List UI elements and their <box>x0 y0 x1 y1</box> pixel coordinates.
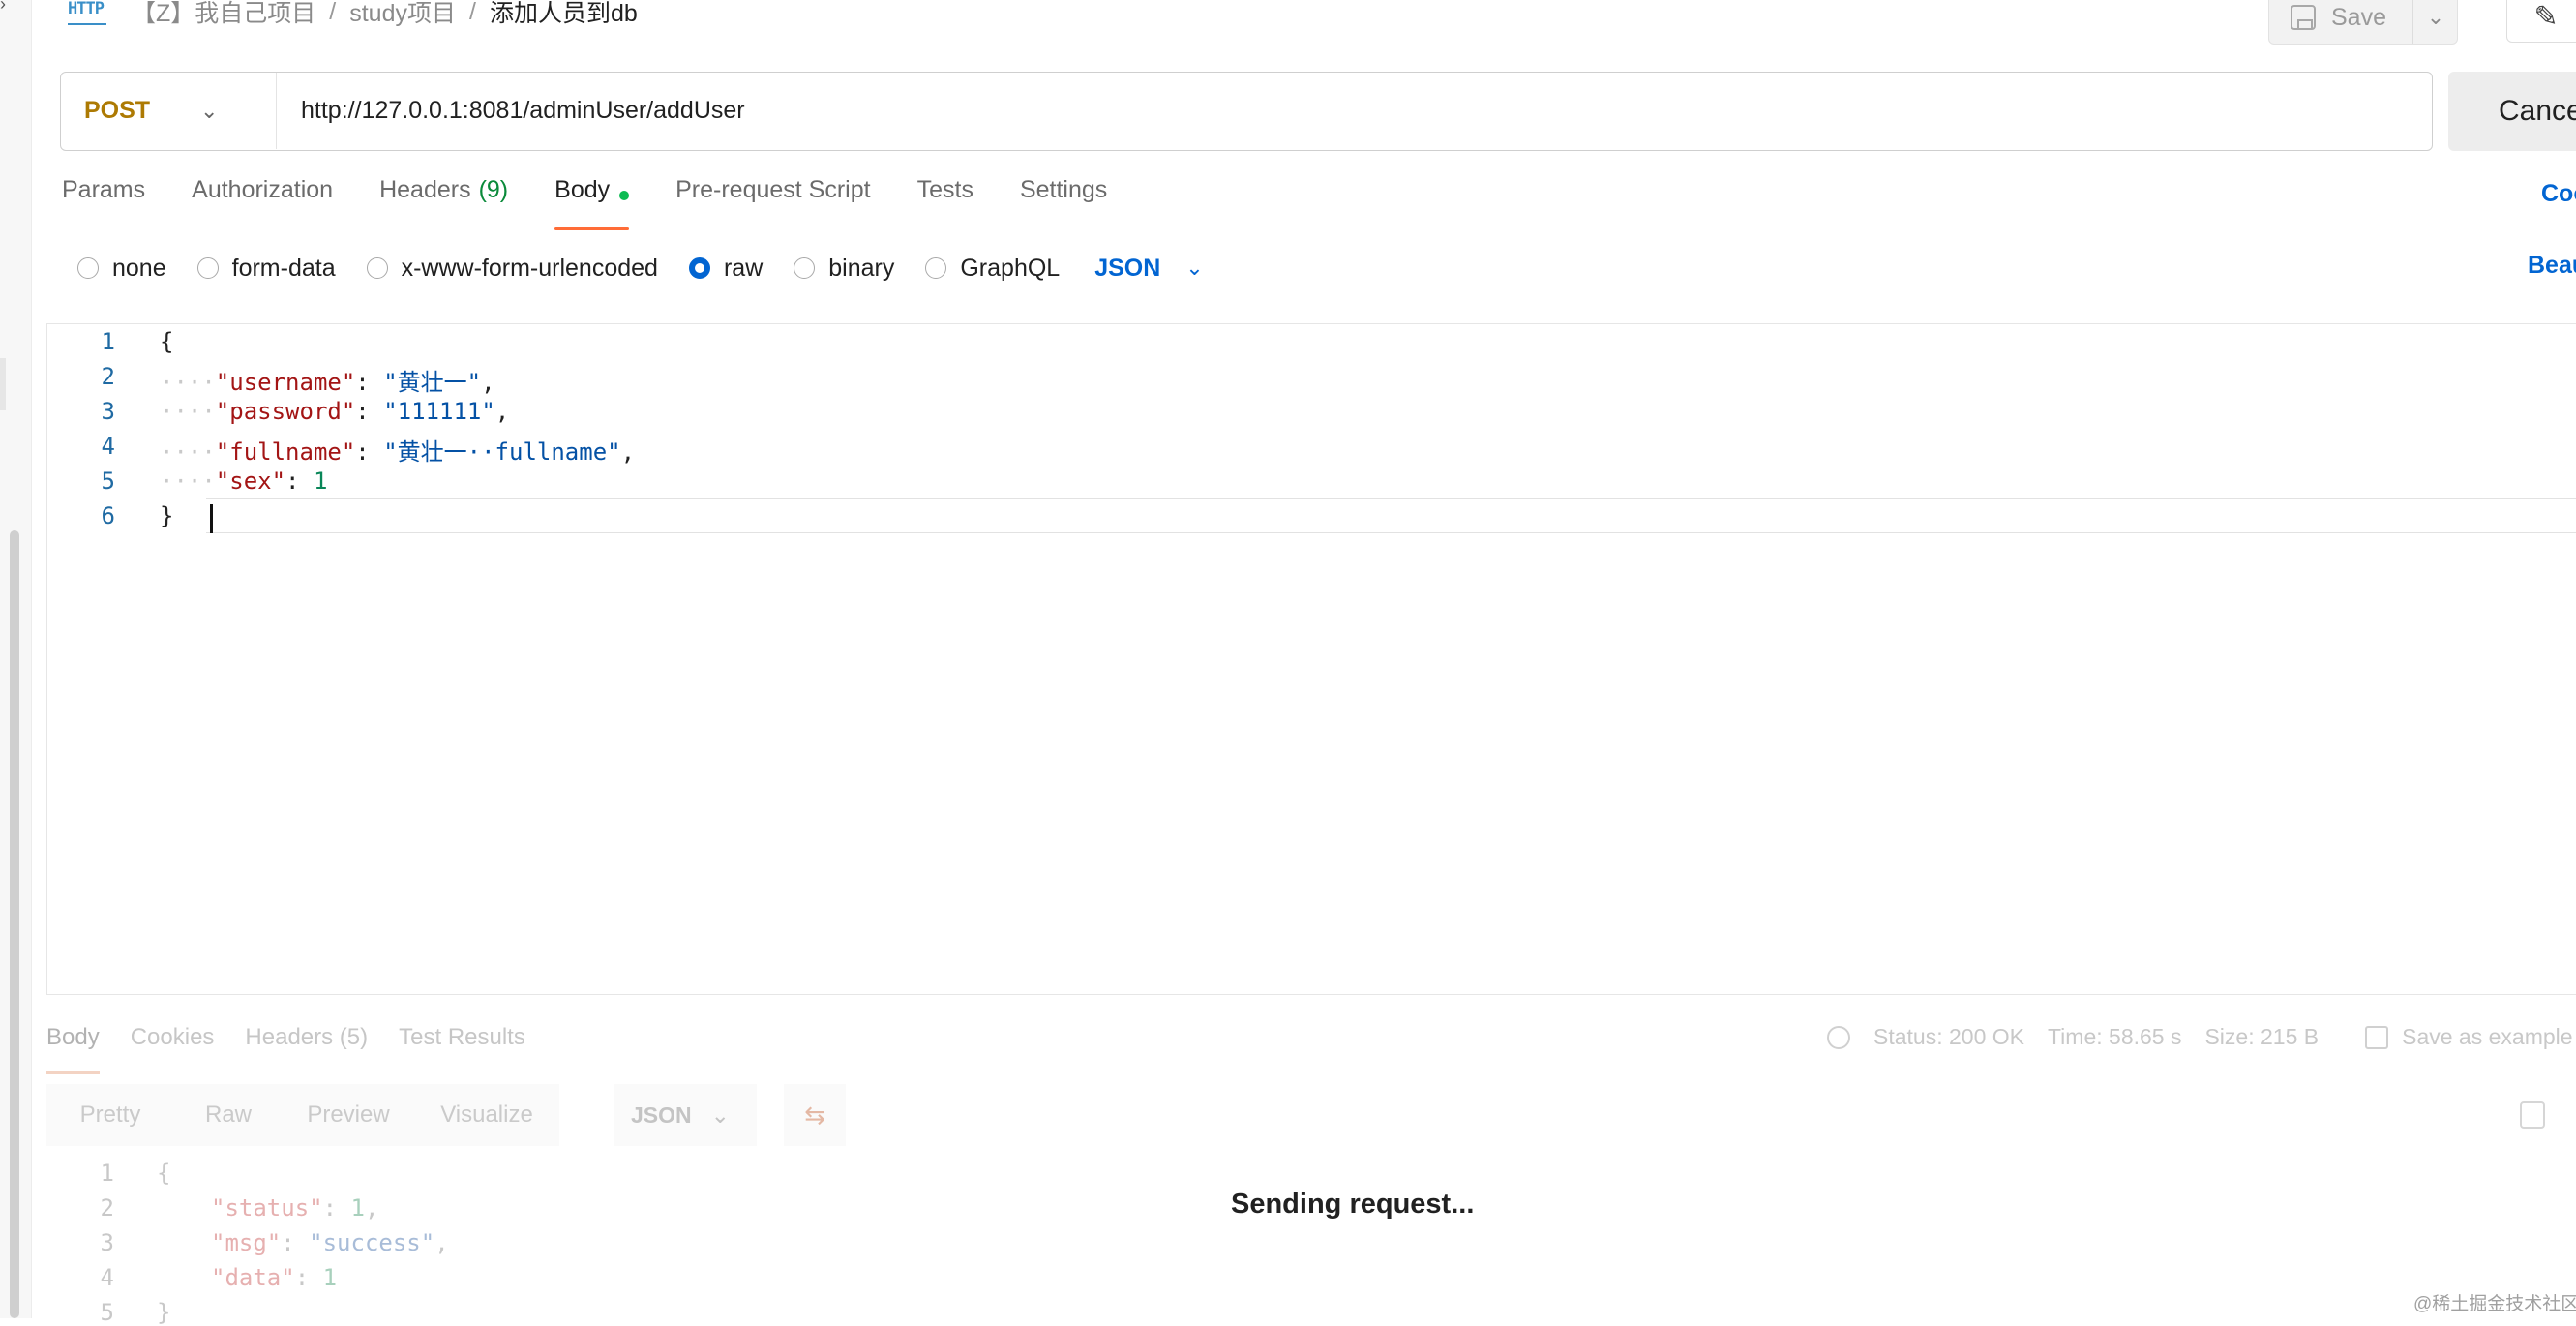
line-number: 5 <box>101 467 115 495</box>
save-as-example-button[interactable]: Save as example <box>2402 1024 2572 1050</box>
radio-none[interactable]: none <box>77 255 166 283</box>
current-line-highlight <box>206 498 2576 533</box>
response-size: Size: 215 B <box>2204 1024 2320 1049</box>
radio-form-data[interactable]: form-data <box>196 255 336 283</box>
save-button-group: Save ⌄ <box>2268 0 2458 45</box>
edit-pencil-icon[interactable]: ✎ <box>2506 0 2576 43</box>
view-raw-button[interactable]: Raw <box>174 1084 283 1146</box>
raw-language-select[interactable]: JSON ⌄ <box>1094 255 1204 283</box>
radio-circle <box>196 257 219 279</box>
radio-circle <box>77 257 99 279</box>
http-request-icon: HTTP <box>68 0 106 25</box>
radio-circle <box>925 257 947 279</box>
line-number: 6 <box>101 502 115 529</box>
response-code-line: "msg": "success", <box>211 1229 449 1256</box>
tab-headers[interactable]: Headers (9) <box>379 176 508 226</box>
request-body-editor[interactable]: 1 2 3 4 5 6 { ····"username": "黄壮一", ···… <box>46 323 2576 995</box>
view-pretty-button[interactable]: Pretty <box>46 1084 174 1146</box>
request-url-bar: POST ⌄ http://127.0.0.1:8081/adminUser/a… <box>60 72 2433 151</box>
response-code-line: { <box>157 1160 171 1187</box>
globe-icon[interactable] <box>1827 1025 1850 1049</box>
response-tabs: Body Cookies Headers (5) Test Results <box>46 1024 556 1074</box>
breadcrumb-collection[interactable]: study项目 <box>349 0 456 29</box>
tab-settings[interactable]: Settings <box>1020 176 1107 226</box>
url-input[interactable]: http://127.0.0.1:8081/adminUser/addUser <box>301 73 745 149</box>
response-view-toolbar: Pretty Raw Preview Visualize JSON ⌄ ⇆ <box>46 1084 2576 1146</box>
line-number: 1 <box>101 328 115 355</box>
response-line-number: 4 <box>100 1264 114 1291</box>
response-tab-body[interactable]: Body <box>46 1024 100 1074</box>
watermark: @稀土掘金技术社区 <box>2413 1294 2576 1314</box>
line-number: 4 <box>101 433 115 460</box>
method-select[interactable]: POST ⌄ <box>61 73 277 149</box>
response-tab-cookies[interactable]: Cookies <box>131 1024 215 1063</box>
copy-icon[interactable] <box>2520 1101 2545 1129</box>
radio-circle-selected <box>688 257 710 279</box>
sidebar-scrollbar[interactable] <box>10 530 19 1318</box>
response-code-line: } <box>157 1299 171 1326</box>
line-number: 3 <box>101 398 115 425</box>
tab-body[interactable]: Body <box>554 176 630 230</box>
body-type-selector: none form-data x-www-form-urlencoded raw… <box>77 252 1204 285</box>
radio-circle <box>366 257 388 279</box>
request-tabs: Params Authorization Headers (9) Body Pre… <box>62 176 1153 230</box>
tab-tests[interactable]: Tests <box>917 176 973 226</box>
tab-params[interactable]: Params <box>62 176 145 226</box>
response-line-number: 1 <box>100 1160 114 1187</box>
body-modified-dot <box>619 191 630 200</box>
breadcrumb-separator: / <box>469 0 476 25</box>
response-code-line: "data": 1 <box>211 1264 338 1291</box>
code-line: { <box>160 328 174 355</box>
collapse-icon[interactable]: › <box>0 0 6 15</box>
breadcrumb-workspace[interactable]: 【Z】我自己项目 <box>132 0 315 29</box>
radio-x-www-form-urlencoded[interactable]: x-www-form-urlencoded <box>366 255 658 283</box>
response-tab-headers[interactable]: Headers (5) <box>245 1024 368 1063</box>
beautify-link[interactable]: Beautify <box>2528 252 2576 280</box>
wrap-lines-icon[interactable]: ⇆ <box>784 1084 846 1146</box>
line-number: 2 <box>101 363 115 390</box>
chevron-down-icon: ⌄ <box>1185 256 1204 280</box>
code-line: ····"password": "111111", <box>160 398 510 425</box>
breadcrumb-separator: / <box>329 0 337 25</box>
save-button[interactable]: Save <box>2269 0 2412 44</box>
response-format-select[interactable]: JSON ⌄ <box>614 1084 757 1146</box>
save-options-chevron-icon[interactable]: ⌄ <box>2412 0 2458 44</box>
radio-binary[interactable]: binary <box>794 255 894 283</box>
radio-raw[interactable]: raw <box>688 255 763 283</box>
response-status: Status: 200 OK <box>1873 1024 2024 1049</box>
chevron-down-icon: ⌄ <box>200 98 219 123</box>
tab-pre-request-script[interactable]: Pre-request Script <box>675 176 870 226</box>
code-line: } <box>160 502 174 529</box>
cookies-link[interactable]: Cookies <box>2541 180 2576 208</box>
chevron-down-icon: ⌄ <box>710 1101 730 1128</box>
text-cursor <box>210 504 213 533</box>
response-tab-test-results[interactable]: Test Results <box>399 1024 525 1063</box>
response-meta: Status: 200 OK Time: 58.65 s Size: 215 B… <box>1827 1024 2573 1050</box>
save-example-icon <box>2365 1025 2389 1049</box>
method-label: POST <box>84 97 151 124</box>
sidebar-active-marker <box>0 358 6 410</box>
radio-graphql[interactable]: GraphQL <box>925 255 1060 283</box>
view-visualize-button[interactable]: Visualize <box>414 1084 559 1146</box>
code-line: ····"username": "黄壮一", <box>160 369 495 396</box>
breadcrumb-request-name[interactable]: 添加人员到db <box>490 0 638 29</box>
response-time: Time: 58.65 s <box>2047 1024 2182 1049</box>
code-line: ····"sex": 1 <box>160 467 328 495</box>
cancel-button[interactable]: Cancel <box>2448 72 2576 151</box>
radio-circle <box>794 257 816 279</box>
breadcrumb: 【Z】我自己项目 / study项目 / 添加人员到db <box>132 0 638 29</box>
tab-authorization[interactable]: Authorization <box>192 176 333 226</box>
response-code-line: "status": 1, <box>211 1194 379 1221</box>
response-line-number: 5 <box>100 1299 114 1326</box>
save-icon <box>2291 5 2316 30</box>
response-line-number: 3 <box>100 1229 114 1256</box>
save-label: Save <box>2331 3 2386 31</box>
view-preview-button[interactable]: Preview <box>283 1084 414 1146</box>
sending-request-indicator: Sending request... <box>1231 1189 1475 1220</box>
headers-count: (9) <box>478 176 509 203</box>
response-line-number: 2 <box>100 1194 114 1221</box>
code-line: ····"fullname": "黄壮一··fullname", <box>160 438 636 466</box>
